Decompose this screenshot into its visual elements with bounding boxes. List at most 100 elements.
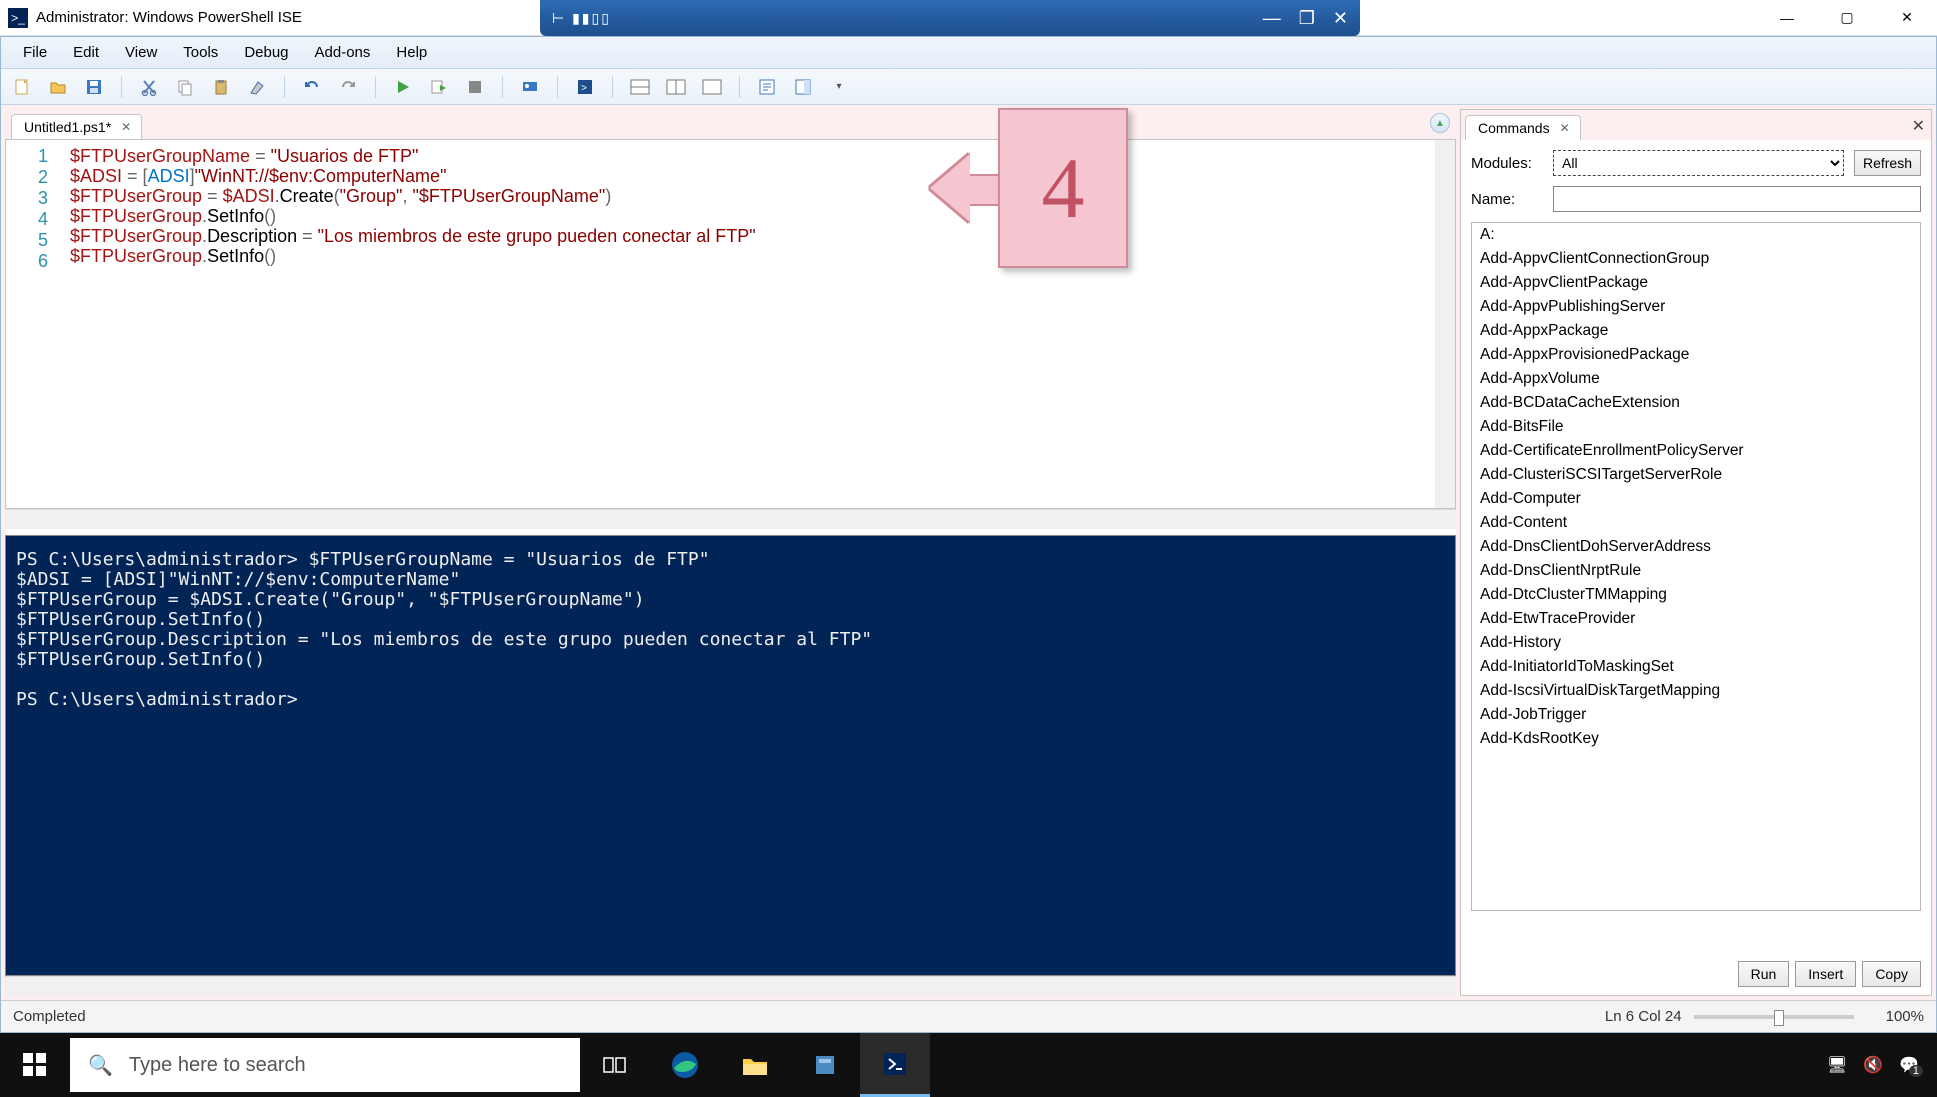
window-title: Administrator: Windows PowerShell ISE [36,9,302,26]
close-tab-button[interactable]: ✕ [121,120,131,134]
list-item[interactable]: Add-InitiatorIdToMaskingSet [1472,655,1920,679]
task-view-button[interactable] [580,1033,650,1097]
script-editor[interactable]: 123456 $FTPUserGroupName = "Usuarios de … [5,139,1456,509]
list-item[interactable]: Add-Computer [1472,487,1920,511]
menu-tools[interactable]: Tools [171,40,230,65]
list-item[interactable]: Add-DnsClientNrptRule [1472,559,1920,583]
paste-button[interactable] [210,76,232,98]
list-item[interactable]: Add-DnsClientDohServerAddress [1472,535,1920,559]
zoom-slider[interactable] [1694,1015,1854,1019]
zoom-level: 100% [1886,1008,1924,1025]
inner-close-button[interactable]: ✕ [1333,8,1348,29]
list-item[interactable]: Add-JobTrigger [1472,703,1920,727]
undo-button[interactable] [301,76,323,98]
menu-edit[interactable]: Edit [61,40,111,65]
new-file-button[interactable] [11,76,33,98]
name-label: Name: [1471,191,1543,208]
list-item[interactable]: Add-EtwTraceProvider [1472,607,1920,631]
list-item[interactable]: Add-Content [1472,511,1920,535]
stop-button[interactable] [464,76,486,98]
layout-both-button[interactable] [629,76,651,98]
close-commands-tab-button[interactable]: ✕ [1560,121,1570,135]
menu-add-ons[interactable]: Add-ons [303,40,383,65]
layout-side-button[interactable] [665,76,687,98]
inner-minimize-button[interactable]: — [1263,8,1281,29]
network-icon[interactable]: 🖥 [1827,1055,1847,1075]
powershell-tab-button[interactable]: > [574,76,596,98]
run-command-button[interactable]: Run [1738,961,1790,987]
powershell-ise-taskbar-icon[interactable] [860,1033,930,1097]
list-item[interactable]: Add-IscsiVirtualDiskTargetMapping [1472,679,1920,703]
list-item[interactable]: Add-ClusteriSCSITargetServerRole [1472,463,1920,487]
close-pane-button[interactable]: ✕ [1912,116,1925,136]
line-gutter: 123456 [6,140,62,508]
menu-bar: FileEditViewToolsDebugAdd-onsHelp [1,37,1936,69]
list-item[interactable]: Add-AppvPublishingServer [1472,295,1920,319]
save-button[interactable] [83,76,105,98]
tool-bar: > ▾ [1,69,1936,105]
refresh-button[interactable]: Refresh [1854,150,1921,176]
open-file-button[interactable] [47,76,69,98]
search-icon: 🔍 [88,1053,113,1078]
list-item[interactable]: Add-AppvClientPackage [1472,271,1920,295]
script-tab-strip: Untitled1.ps1* ✕ ▲ [5,109,1456,139]
layout-script-button[interactable] [701,76,723,98]
menu-view[interactable]: View [113,40,169,65]
status-bar: Completed Ln 6 Col 24 100% [1,1000,1936,1032]
collapse-script-button[interactable]: ▲ [1430,113,1450,133]
system-tray[interactable]: 🖥 🔇 💬1 [1809,1055,1937,1075]
list-item[interactable]: Add-AppxProvisionedPackage [1472,343,1920,367]
insert-command-button[interactable]: Insert [1795,961,1856,987]
show-addon-button[interactable] [792,76,814,98]
close-button[interactable]: ✕ [1877,0,1937,36]
commands-pane: Commands ✕ ✕ Modules: All Refresh Name: … [1460,109,1932,996]
list-item[interactable]: Add-CertificateEnrollmentPolicyServer [1472,439,1920,463]
redo-button[interactable] [337,76,359,98]
remote-button[interactable] [519,76,541,98]
modules-select[interactable]: All [1553,150,1844,176]
explorer-icon[interactable] [720,1033,790,1097]
list-item[interactable]: Add-BitsFile [1472,415,1920,439]
console-hscroll[interactable] [5,976,1456,996]
list-item[interactable]: Add-AppxVolume [1472,367,1920,391]
server-manager-icon[interactable] [790,1033,860,1097]
menu-help[interactable]: Help [384,40,439,65]
list-item[interactable]: Add-AppvClientConnectionGroup [1472,247,1920,271]
modules-label: Modules: [1471,155,1543,172]
menu-debug[interactable]: Debug [232,40,300,65]
clear-button[interactable] [246,76,268,98]
editor-hscroll[interactable] [5,509,1456,529]
copy-button[interactable] [174,76,196,98]
code-area[interactable]: $FTPUserGroupName = "Usuarios de FTP"$AD… [62,140,1455,508]
search-placeholder: Type here to search [129,1054,306,1077]
maximize-button[interactable]: ▢ [1817,0,1877,36]
run-button[interactable] [392,76,414,98]
status-text: Completed [13,1008,86,1025]
menu-file[interactable]: File [11,40,59,65]
list-item[interactable]: Add-BCDataCacheExtension [1472,391,1920,415]
list-item[interactable]: A: [1472,223,1920,247]
cut-button[interactable] [138,76,160,98]
show-command-button[interactable] [756,76,778,98]
list-item[interactable]: Add-KdsRootKey [1472,727,1920,751]
editor-vscroll[interactable] [1435,140,1455,508]
name-input[interactable] [1553,186,1921,212]
svg-text:>: > [581,83,587,94]
copy-command-button[interactable]: Copy [1862,961,1921,987]
console-pane[interactable]: PS C:\Users\administrador> $FTPUserGroup… [5,535,1456,976]
start-button[interactable] [0,1033,70,1097]
inner-restore-button[interactable]: ❐ [1299,8,1315,29]
notification-icon[interactable]: 💬1 [1899,1055,1919,1075]
toolbar-overflow-button[interactable]: ▾ [828,76,850,98]
volume-muted-icon[interactable]: 🔇 [1863,1055,1883,1075]
script-tab[interactable]: Untitled1.ps1* ✕ [11,114,142,139]
taskbar-search[interactable]: 🔍 Type here to search [70,1038,580,1092]
list-item[interactable]: Add-AppxPackage [1472,319,1920,343]
minimize-button[interactable]: — [1757,0,1817,36]
run-selection-button[interactable] [428,76,450,98]
commands-list[interactable]: A:Add-AppvClientConnectionGroupAdd-AppvC… [1471,222,1921,911]
list-item[interactable]: Add-History [1472,631,1920,655]
commands-tab[interactable]: Commands ✕ [1465,115,1581,140]
edge-icon[interactable] [650,1033,720,1097]
list-item[interactable]: Add-DtcClusterTMMapping [1472,583,1920,607]
